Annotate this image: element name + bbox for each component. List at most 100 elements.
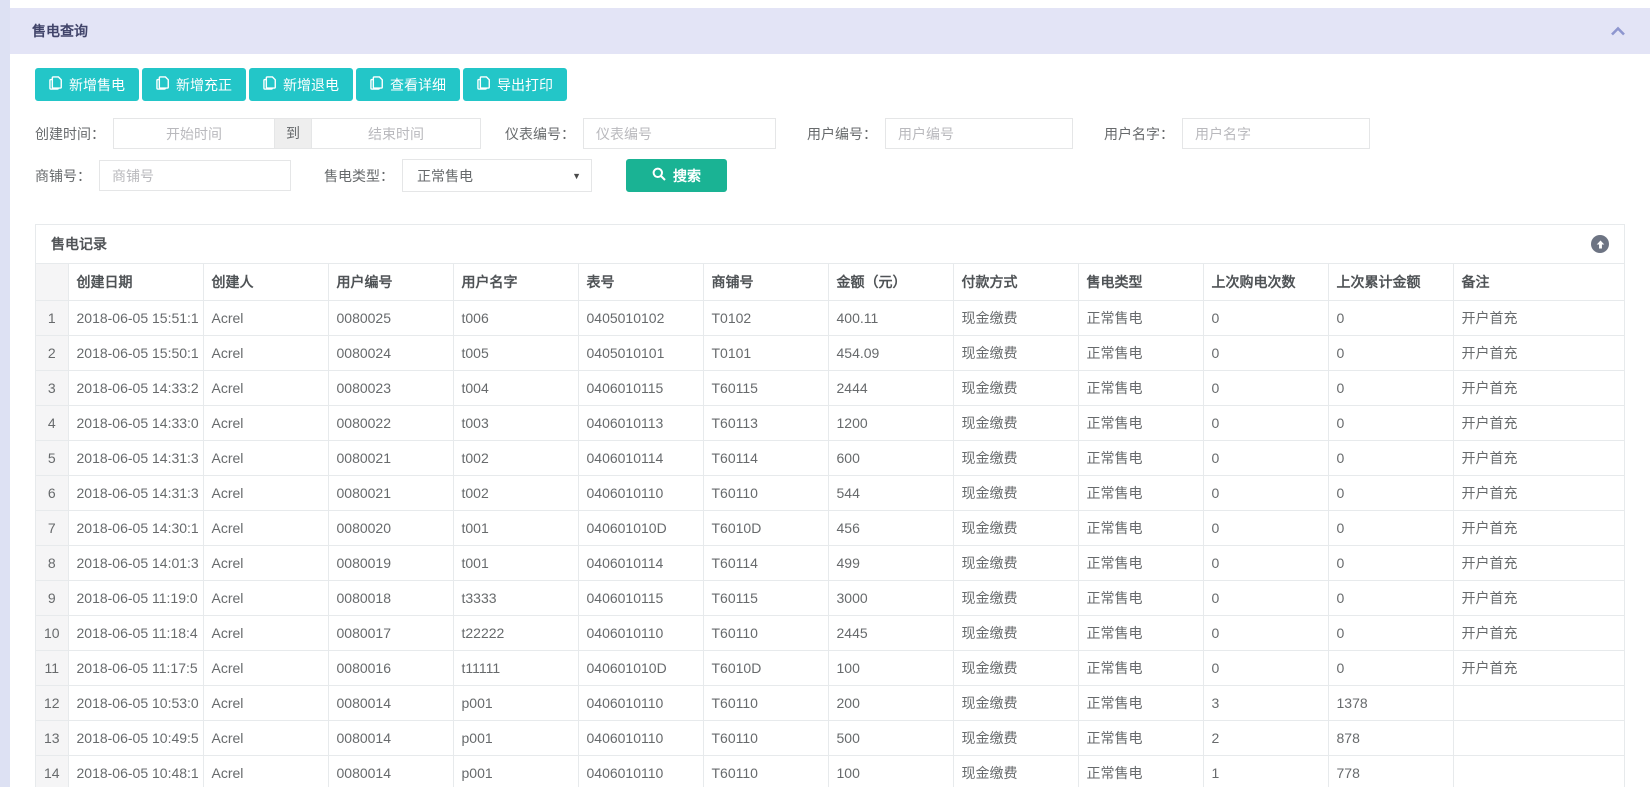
table-cell: 开户首充 xyxy=(1453,581,1624,616)
table-cell: 现金缴费 xyxy=(953,336,1078,371)
table-cell: 2018-06-05 14:31:3 xyxy=(68,441,203,476)
table-cell: 0406010110 xyxy=(578,721,703,756)
table-cell: 0080017 xyxy=(328,616,453,651)
table-row[interactable]: 122018-06-05 10:53:0Acrel0080014p0010406… xyxy=(36,686,1624,721)
table-cell: 0080014 xyxy=(328,721,453,756)
table-row[interactable]: 142018-06-05 10:48:1Acrel0080014p0010406… xyxy=(36,756,1624,787)
table-row[interactable]: 32018-06-05 14:33:2Acrel0080023t00404060… xyxy=(36,371,1624,406)
table-cell: 0406010115 xyxy=(578,581,703,616)
copy-icon xyxy=(49,76,62,93)
button-label: 新增售电 xyxy=(69,75,125,95)
end-time-input[interactable] xyxy=(311,118,481,149)
table-cell: 0 xyxy=(1328,301,1453,336)
add-correction-button[interactable]: 新增充正 xyxy=(142,68,246,101)
records-panel: 售电记录 创建日期创建人用户编号用户名字表号商铺号金额（元）付款方式售电类型上次… xyxy=(35,224,1625,787)
collapse-up-icon[interactable] xyxy=(1591,235,1609,253)
meter-no-input[interactable] xyxy=(583,118,776,149)
shop-no-input[interactable] xyxy=(99,160,291,191)
table-row[interactable]: 102018-06-05 11:18:4Acrel0080017t2222204… xyxy=(36,616,1624,651)
caret-down-icon: ▼ xyxy=(572,171,581,181)
table-cell: 0406010114 xyxy=(578,441,703,476)
table-row[interactable]: 132018-06-05 10:49:5Acrel0080014p0010406… xyxy=(36,721,1624,756)
row-index: 12 xyxy=(36,686,68,721)
table-cell: Acrel xyxy=(203,756,328,787)
add-sale-button[interactable]: 新增售电 xyxy=(35,68,139,101)
filter-area: 创建时间： 到 仪表编号： 用户编号： 用户名字： 商铺号： xyxy=(35,118,1650,192)
table-cell: 1 xyxy=(1203,756,1328,787)
table-row[interactable]: 62018-06-05 14:31:3Acrel0080021t00204060… xyxy=(36,476,1624,511)
table-cell: 正常售电 xyxy=(1078,546,1203,581)
sale-type-label: 售电类型： xyxy=(324,166,394,186)
view-detail-button[interactable]: 查看详细 xyxy=(356,68,460,101)
table-cell: 0 xyxy=(1203,441,1328,476)
user-no-group: 用户编号： xyxy=(807,118,1073,149)
row-index: 6 xyxy=(36,476,68,511)
copy-icon xyxy=(263,76,276,93)
add-refund-button[interactable]: 新增退电 xyxy=(249,68,353,101)
table-cell: Acrel xyxy=(203,581,328,616)
table-cell: 0 xyxy=(1203,476,1328,511)
search-icon xyxy=(652,167,666,184)
search-button[interactable]: 搜索 xyxy=(626,159,727,192)
table-row[interactable]: 12018-06-05 15:51:1Acrel0080025t00604050… xyxy=(36,301,1624,336)
table-cell: 0 xyxy=(1203,406,1328,441)
table-cell: T0101 xyxy=(703,336,828,371)
table-cell: Acrel xyxy=(203,651,328,686)
table-cell: 现金缴费 xyxy=(953,546,1078,581)
table-cell: 0 xyxy=(1203,651,1328,686)
page-title: 售电查询 xyxy=(32,21,88,41)
table-cell: 2 xyxy=(1203,721,1328,756)
filter-row-1: 创建时间： 到 仪表编号： 用户编号： 用户名字： xyxy=(35,118,1650,149)
table-cell: 开户首充 xyxy=(1453,441,1624,476)
table-cell: 开户首充 xyxy=(1453,406,1624,441)
sale-type-select[interactable]: 正常售电 ▼ xyxy=(402,159,592,192)
table-cell: 0 xyxy=(1203,301,1328,336)
table-row[interactable]: 112018-06-05 11:17:5Acrel0080016t1111104… xyxy=(36,651,1624,686)
records-panel-title: 售电记录 xyxy=(51,234,107,254)
table-cell: 040601010D xyxy=(578,511,703,546)
user-no-input[interactable] xyxy=(885,118,1073,149)
column-header: 用户名字 xyxy=(453,264,578,301)
start-time-input[interactable] xyxy=(113,118,275,149)
table-cell: T60110 xyxy=(703,616,828,651)
table-cell: 0 xyxy=(1328,336,1453,371)
table-cell: 正常售电 xyxy=(1078,371,1203,406)
table-cell: t001 xyxy=(453,546,578,581)
table-row[interactable]: 82018-06-05 14:01:3Acrel0080019t00104060… xyxy=(36,546,1624,581)
table-row[interactable]: 72018-06-05 14:30:1Acrel0080020t00104060… xyxy=(36,511,1624,546)
table-cell xyxy=(1453,686,1624,721)
table-cell: 现金缴费 xyxy=(953,721,1078,756)
table-cell: 0 xyxy=(1203,546,1328,581)
table-cell: 现金缴费 xyxy=(953,616,1078,651)
table-row[interactable]: 22018-06-05 15:50:1Acrel0080024t00504050… xyxy=(36,336,1624,371)
table-cell: 0080022 xyxy=(328,406,453,441)
table-cell: 1200 xyxy=(828,406,953,441)
table-cell: Acrel xyxy=(203,336,328,371)
table-cell: 0406010114 xyxy=(578,546,703,581)
table-cell: 正常售电 xyxy=(1078,476,1203,511)
table-cell: 正常售电 xyxy=(1078,406,1203,441)
table-cell: 2018-06-05 11:17:5 xyxy=(68,651,203,686)
table-cell: 0 xyxy=(1203,371,1328,406)
table-cell: Acrel xyxy=(203,476,328,511)
table-cell: 100 xyxy=(828,756,953,787)
table-cell: T60115 xyxy=(703,581,828,616)
table-row[interactable]: 42018-06-05 14:33:0Acrel0080022t00304060… xyxy=(36,406,1624,441)
table-cell: 正常售电 xyxy=(1078,686,1203,721)
table-cell: t001 xyxy=(453,511,578,546)
table-cell: 0080014 xyxy=(328,686,453,721)
to-label: 到 xyxy=(275,118,311,149)
copy-icon xyxy=(156,76,169,93)
export-print-button[interactable]: 导出打印 xyxy=(463,68,567,101)
table-cell: 2018-06-05 11:18:4 xyxy=(68,616,203,651)
user-name-input[interactable] xyxy=(1182,118,1370,149)
column-header: 表号 xyxy=(578,264,703,301)
chevron-up-icon[interactable] xyxy=(1610,26,1626,37)
row-index: 8 xyxy=(36,546,68,581)
shop-no-group: 商铺号： xyxy=(35,160,291,191)
column-header: 金额（元） xyxy=(828,264,953,301)
table-row[interactable]: 52018-06-05 14:31:3Acrel0080021t00204060… xyxy=(36,441,1624,476)
sale-type-group: 售电类型： 正常售电 ▼ xyxy=(324,159,592,192)
table-row[interactable]: 92018-06-05 11:19:0Acrel0080018t33330406… xyxy=(36,581,1624,616)
table-cell: 现金缴费 xyxy=(953,406,1078,441)
